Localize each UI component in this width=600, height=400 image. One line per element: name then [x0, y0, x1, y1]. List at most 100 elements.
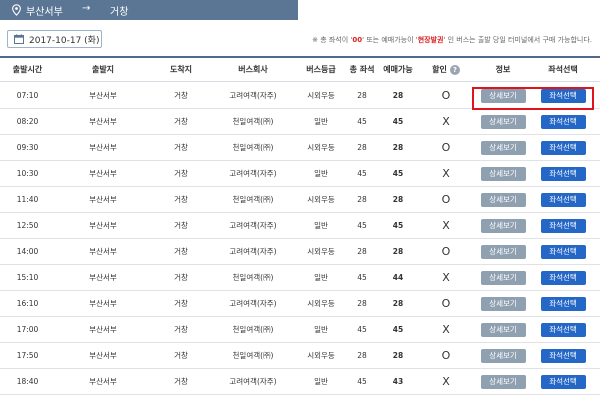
- origin: 부산서부: [89, 299, 117, 308]
- origin: 부산서부: [89, 221, 117, 230]
- seat-select-cell: 좌석선택: [533, 161, 593, 186]
- total-seats: 28: [357, 247, 367, 256]
- bus-grade: 일반: [314, 325, 328, 334]
- bus-company: 고려여객(자주): [229, 247, 277, 256]
- detail-button[interactable]: 상세보기: [480, 166, 526, 181]
- total-seats: 45: [357, 273, 367, 282]
- destination: 거창: [174, 377, 188, 386]
- route-bar: 부산서부 → 거창: [0, 0, 298, 20]
- departure-time: 07:10: [16, 91, 39, 100]
- bus-company: 고려여객(자주): [229, 377, 277, 386]
- route-destination: 거창: [110, 7, 129, 18]
- seat-select-button[interactable]: 좌석선택: [540, 322, 586, 337]
- detail-button[interactable]: 상세보기: [480, 218, 526, 233]
- route-arrow-icon: →: [82, 3, 91, 14]
- seat-select-button[interactable]: 좌석선택: [540, 244, 586, 259]
- seat-select-button[interactable]: 좌석선택: [540, 140, 586, 155]
- info-cell: 상세보기: [473, 187, 533, 212]
- notice-onsite: 현장발권: [417, 36, 444, 44]
- destination: 거창: [174, 299, 188, 308]
- destination: 거창: [174, 143, 188, 152]
- available-seats: 28: [392, 91, 404, 100]
- table-row: 09:30 부산서부 거창 천일여객(㈜) 시외우등 28 28 O 상세보기 좌석선택: [0, 135, 600, 161]
- header-destination: 도착지: [169, 65, 193, 74]
- detail-button[interactable]: 상세보기: [480, 192, 526, 207]
- seat-select-button[interactable]: 좌석선택: [540, 218, 586, 233]
- destination: 거창: [174, 325, 188, 334]
- detail-button[interactable]: 상세보기: [480, 374, 526, 389]
- departure-time: 12:50: [16, 221, 39, 230]
- bus-company: 고려여객(자주): [229, 221, 277, 230]
- table-row: 18:40 부산서부 거창 고려여객(자주) 일반 45 43 X 상세보기 좌석선택: [0, 369, 600, 395]
- departure-time: 15:10: [16, 273, 39, 282]
- seat-select-cell: 좌석선택: [533, 213, 593, 238]
- departure-time: 10:30: [16, 169, 39, 178]
- discount-mark: O: [441, 141, 451, 154]
- info-cell: 상세보기: [473, 343, 533, 368]
- destination: 거창: [174, 247, 188, 256]
- bus-company: 천일여객(㈜): [232, 273, 274, 282]
- seat-select-cell: 좌석선택: [533, 291, 593, 316]
- table-row: 17:50 부산서부 거창 천일여객(㈜) 시외우등 28 28 O 상세보기 좌석선택: [0, 343, 600, 369]
- header-discount: 할인 ?: [419, 58, 473, 81]
- bus-grade: 일반: [314, 221, 328, 230]
- detail-button[interactable]: 상세보기: [480, 348, 526, 363]
- header-info: 정보: [495, 65, 511, 74]
- detail-button[interactable]: 상세보기: [480, 244, 526, 259]
- table-row: 14:00 부산서부 거창 고려여객(자주) 시외우등 28 28 O 상세보기 좌석선택: [0, 239, 600, 265]
- seat-select-button[interactable]: 좌석선택: [540, 166, 586, 181]
- available-seats: 28: [392, 247, 404, 256]
- detail-button[interactable]: 상세보기: [480, 322, 526, 337]
- origin: 부산서부: [89, 169, 117, 178]
- total-seats: 28: [357, 91, 367, 100]
- seat-select-button[interactable]: 좌석선택: [540, 296, 586, 311]
- available-seats: 45: [392, 325, 404, 334]
- seat-select-button[interactable]: 좌석선택: [540, 192, 586, 207]
- seat-select-button[interactable]: 좌석선택: [540, 374, 586, 389]
- total-seats: 28: [357, 299, 367, 308]
- detail-button[interactable]: 상세보기: [480, 140, 526, 155]
- table-row: 12:50 부산서부 거창 고려여객(자주) 일반 45 45 X 상세보기 좌석선택: [0, 213, 600, 239]
- departure-time: 17:00: [16, 325, 39, 334]
- detail-button[interactable]: 상세보기: [480, 296, 526, 311]
- info-cell: 상세보기: [473, 291, 533, 316]
- detail-button[interactable]: 상세보기: [480, 270, 526, 285]
- bus-grade: 시외우등: [307, 247, 335, 256]
- bus-company: 고려여객(자주): [229, 169, 277, 178]
- info-cell: 상세보기: [473, 109, 533, 134]
- table-row: 08:20 부산서부 거창 천일여객(㈜) 일반 45 45 X 상세보기 좌석선택: [0, 109, 600, 135]
- discount-mark: X: [442, 219, 450, 232]
- date-button[interactable]: 2017-10-17 (화): [7, 30, 102, 48]
- seat-select-cell: 좌석선택: [533, 369, 593, 394]
- table-row: 11:40 부산서부 거창 천일여객(㈜) 시외우등 28 28 O 상세보기 좌석선택: [0, 187, 600, 213]
- detail-button[interactable]: 상세보기: [480, 114, 526, 129]
- discount-mark: X: [442, 375, 450, 388]
- available-seats: 45: [392, 117, 404, 126]
- seat-select-cell: 좌석선택: [533, 109, 593, 134]
- seat-select-button[interactable]: 좌석선택: [540, 114, 586, 129]
- help-icon[interactable]: ?: [449, 64, 460, 75]
- header-origin: 출발지: [91, 65, 115, 74]
- total-seats: 28: [357, 143, 367, 152]
- departure-time: 14:00: [16, 247, 39, 256]
- bus-grade: 시외우등: [307, 195, 335, 204]
- available-seats: 45: [392, 221, 404, 230]
- seat-select-button[interactable]: 좌석선택: [540, 348, 586, 363]
- date-label: 2017-10-17 (화): [29, 35, 100, 46]
- seat-select-button[interactable]: 좌석선택: [540, 270, 586, 285]
- total-seats: 45: [357, 325, 367, 334]
- origin: 부산서부: [89, 91, 117, 100]
- header-bus-grade: 버스등급: [306, 65, 336, 74]
- header-departure-time: 출발시간: [12, 65, 43, 74]
- origin: 부산서부: [89, 273, 117, 282]
- origin: 부산서부: [89, 377, 117, 386]
- header-available: 예매가능: [383, 65, 413, 74]
- bus-company: 천일여객(㈜): [232, 143, 274, 152]
- bus-grade: 시외우등: [307, 91, 335, 100]
- info-cell: 상세보기: [473, 265, 533, 290]
- origin: 부산서부: [89, 143, 117, 152]
- departure-time: 17:50: [16, 351, 39, 360]
- bus-company: 천일여객(㈜): [232, 325, 274, 334]
- table-row: 17:00 부산서부 거창 천일여객(㈜) 일반 45 45 X 상세보기 좌석선택: [0, 317, 600, 343]
- notice-zero: 00: [352, 36, 363, 44]
